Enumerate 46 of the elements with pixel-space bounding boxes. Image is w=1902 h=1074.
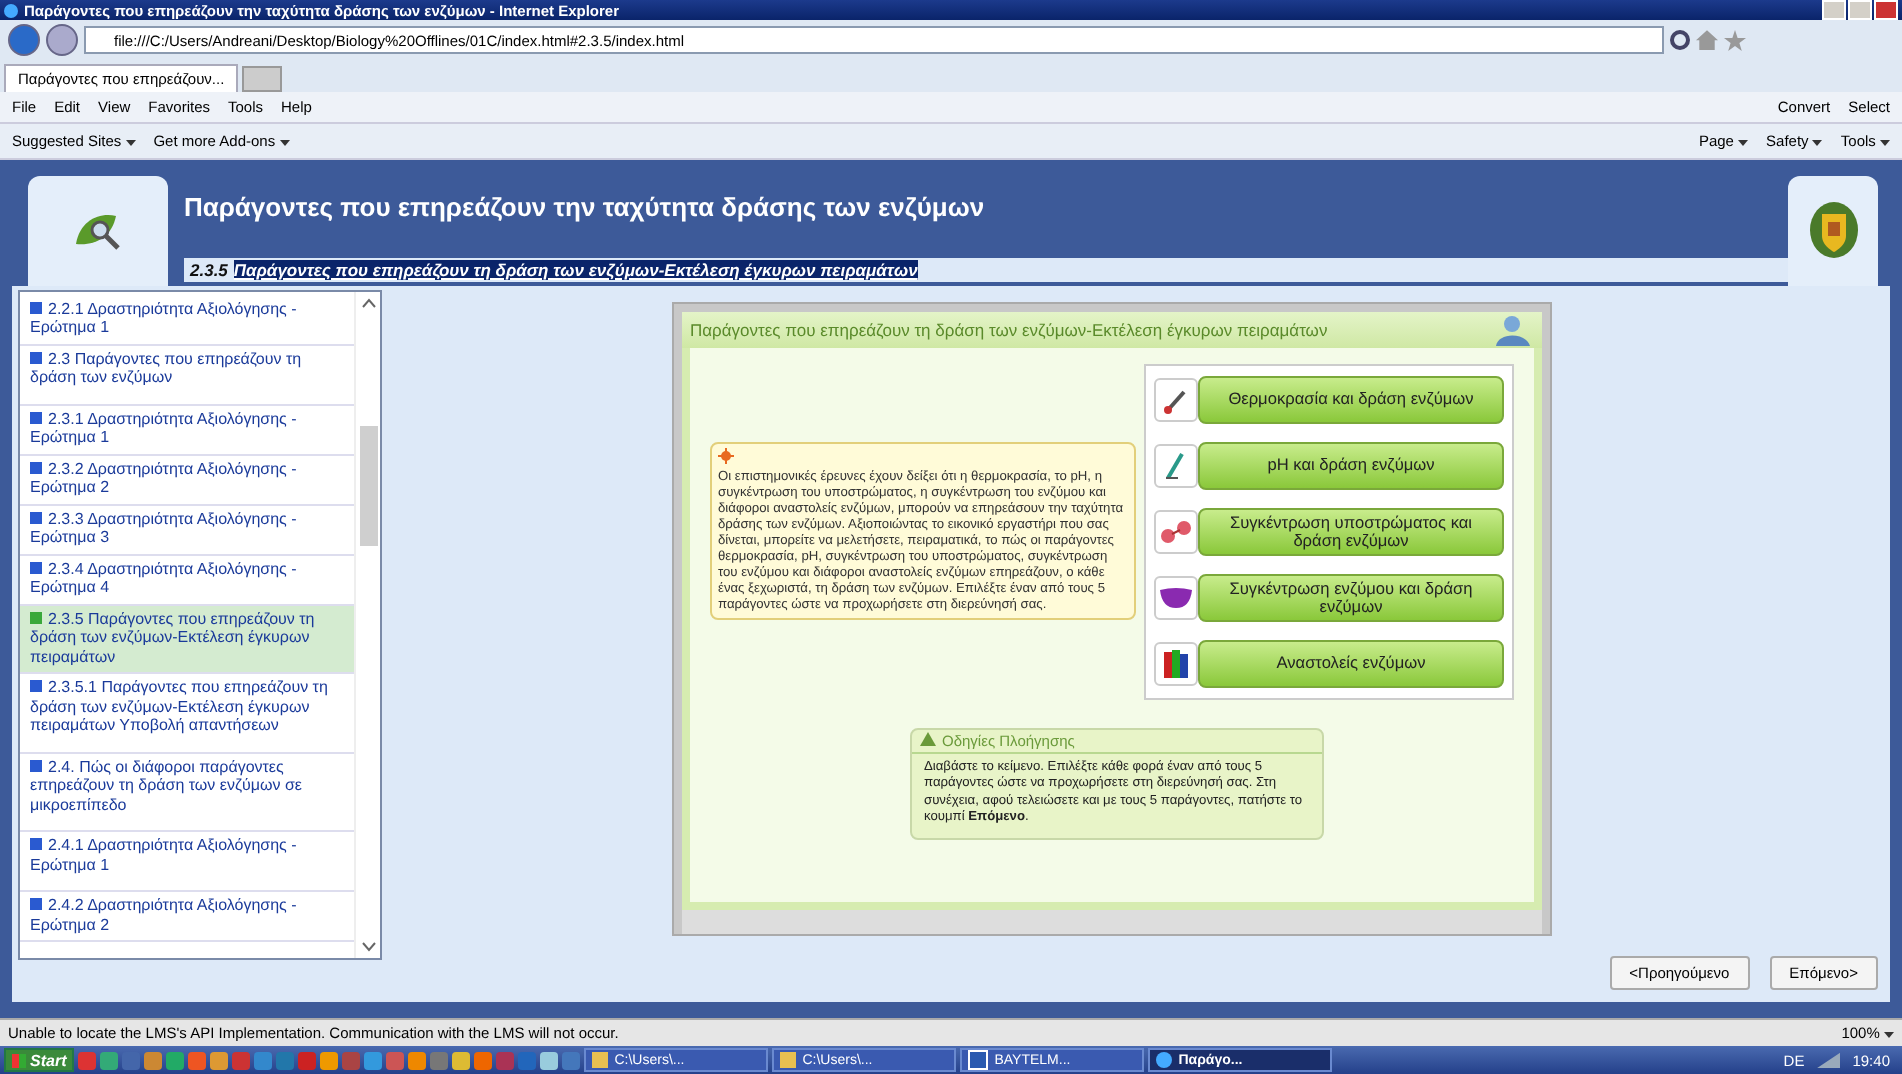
sun-icon bbox=[718, 448, 734, 465]
thermometer-icon bbox=[1162, 385, 1190, 414]
course-title: Παράγοντες που επηρεάζουν την ταχύτητα δράσης των ενζύμων bbox=[184, 191, 987, 222]
person-icon bbox=[1494, 313, 1534, 346]
sidebar-item[interactable]: 2.3.1 Δραστηριότητα Αξιολόγησης - Ερώτημα 1 bbox=[20, 405, 354, 456]
caret-icon bbox=[1738, 139, 1749, 146]
bowl-icon bbox=[1160, 587, 1192, 608]
emblem-icon bbox=[1807, 200, 1859, 261]
back-button[interactable] bbox=[8, 24, 40, 57]
factor-button[interactable]: pH και δράση ενζύμων bbox=[1198, 441, 1504, 490]
search-icon[interactable] bbox=[1670, 30, 1690, 51]
close-button[interactable] bbox=[1874, 0, 1898, 20]
caret-icon bbox=[279, 139, 290, 146]
sidebar-item[interactable]: 2.3.3 Δραστηριότητα Αξιολόγησης - Ερώτημα 3 bbox=[20, 505, 354, 556]
section-number: 2.3.5 bbox=[190, 259, 228, 280]
sidebar-item[interactable]: 2.3 Παράγοντες που επηρεάζουν τη δράση των ενζύμων bbox=[20, 345, 354, 406]
factor-button[interactable]: Θερμοκρασία και δράση ενζύμων bbox=[1198, 375, 1504, 424]
caret-icon bbox=[1812, 139, 1823, 146]
section-title: Παράγοντες που επηρεάζουν τη δράση των ενζύμων-Εκτέλεση έγκυρων πειραμάτων bbox=[233, 259, 918, 280]
scrollbar[interactable] bbox=[354, 291, 380, 958]
scroll-down-icon[interactable] bbox=[361, 941, 375, 952]
caret-icon bbox=[125, 139, 136, 146]
caret-icon bbox=[1884, 1031, 1894, 1038]
factor-button[interactable]: Συγκέντρωση ενζύμου και δράση ενζύμων bbox=[1198, 573, 1504, 622]
sidebar-item[interactable]: 2.4.1 Δραστηριότητα Αξιολόγησης - Ερώτημα 1 bbox=[20, 832, 354, 893]
start-button[interactable]: Start bbox=[4, 1048, 75, 1073]
sidebar-item[interactable]: 2.3.5 Παράγοντες που επηρεάζουν τη δράση των ενζύμων-Εκτέλεση έγκυρων πειραμάτων bbox=[20, 605, 354, 675]
factor-button[interactable]: Αναστολείς ενζύμων bbox=[1198, 639, 1504, 688]
sidebar-item[interactable]: 2.3.5.1 Παράγοντες που επηρεάζουν τη δράση των ενζύμων-Εκτέλεση έγκυρων πειραμάτων Υποβολή απαντήσεων bbox=[20, 674, 354, 754]
sidebar-item[interactable]: 2.4. Πώς οι διάφοροι παράγοντες επηρεάζουν τη δράση των ενζύμων σε μικροεπίπεδο bbox=[20, 753, 354, 833]
new-tab-button[interactable] bbox=[242, 65, 283, 92]
browser-icon bbox=[4, 3, 18, 17]
books-icon bbox=[1164, 649, 1188, 678]
sidebar-item[interactable]: 2.4.2 Δραστηριότητα Αξιολόγησης - Ερώτημα 2 bbox=[20, 892, 354, 943]
minimize-button[interactable] bbox=[1822, 0, 1846, 20]
sidebar-item[interactable]: 2.3.2 Δραστηριότητα Αξιολόγησης - Ερώτημα 2 bbox=[20, 455, 354, 506]
sidebar-item[interactable]: 2.2.1 Δραστηριότητα Αξιολόγησης - Ερώτημα 1 bbox=[20, 295, 354, 346]
network-icon[interactable] bbox=[1816, 1052, 1841, 1069]
forward-button[interactable] bbox=[46, 24, 78, 57]
star-icon[interactable] bbox=[1724, 29, 1746, 52]
caret-icon bbox=[1880, 139, 1890, 146]
scroll-up-icon[interactable] bbox=[361, 297, 375, 308]
factor-button[interactable]: Συγκέντρωση υποστρώματος και δράση ενζύμων bbox=[1198, 507, 1504, 556]
scroll-thumb[interactable] bbox=[359, 425, 377, 546]
panel-title: Παράγοντες που επηρεάζουν τη δράση των ενζύμων-Εκτέλεση έγκυρων πειραμάτων bbox=[690, 319, 1328, 340]
molecule-icon bbox=[1160, 519, 1192, 544]
